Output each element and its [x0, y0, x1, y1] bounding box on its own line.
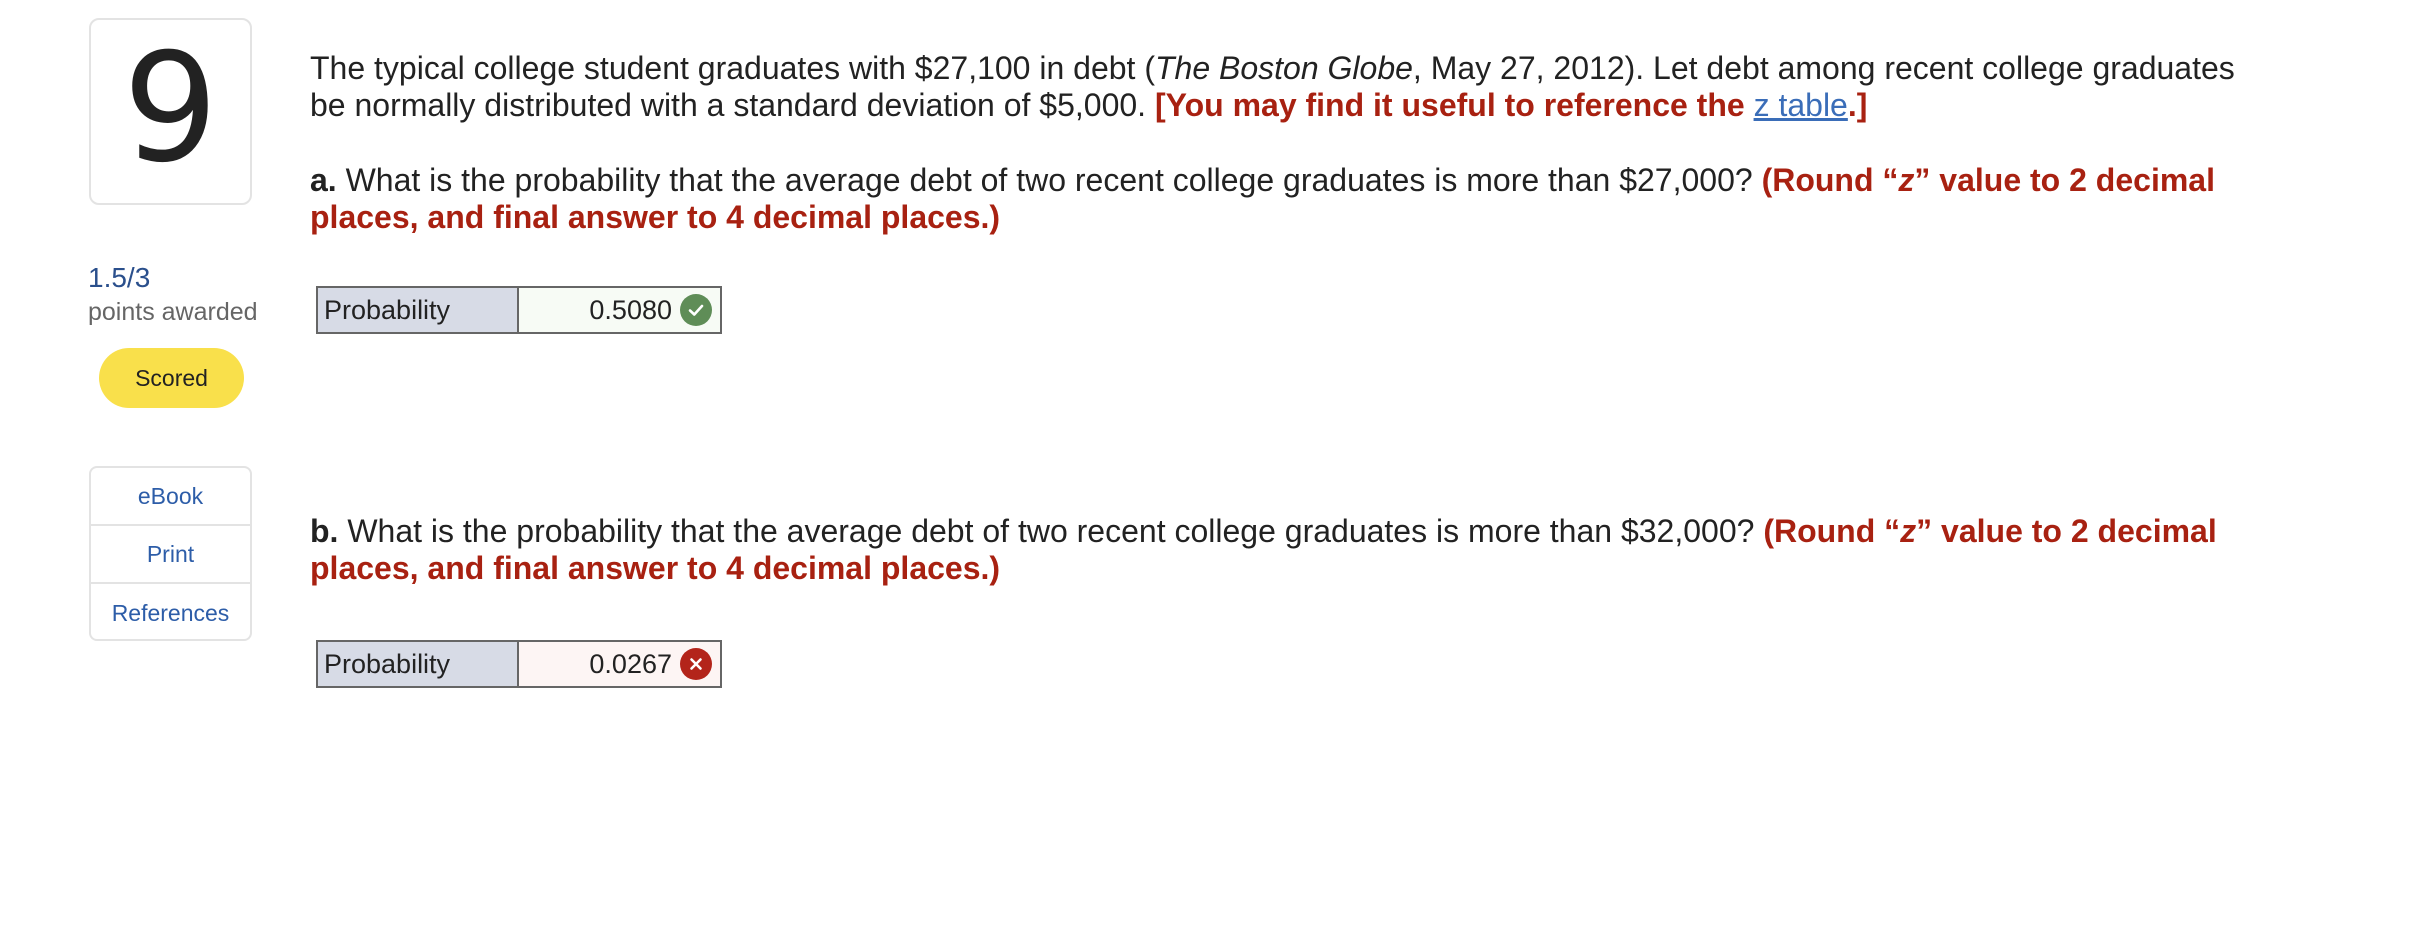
part-a-question: a. What is the probability that the aver… — [310, 162, 2270, 236]
part-b-text: What is the probability that the average… — [338, 513, 1764, 549]
hint-close: .] — [1847, 87, 1868, 123]
check-icon — [680, 294, 712, 326]
print-link[interactable]: Print — [91, 526, 250, 584]
source-title: The Boston Globe — [1154, 50, 1413, 86]
part-b-instruction-z: z — [1900, 513, 1917, 549]
status-badge: Scored — [99, 348, 244, 408]
part-b-answer-label: Probability — [318, 642, 519, 686]
part-a-instruction-1: (Round “ — [1761, 162, 1899, 198]
question-number-box: 9 — [89, 18, 252, 205]
cross-icon — [680, 648, 712, 680]
part-b-answer-value: 0.0267 — [589, 648, 672, 679]
score-label: points awarded — [88, 298, 258, 326]
part-a-answer-label: Probability — [318, 288, 519, 332]
z-table-link[interactable]: z table — [1754, 87, 1848, 123]
part-b-answer-field[interactable]: 0.0267 — [519, 642, 720, 686]
points-awarded: 1.5/3 points awarded — [88, 260, 258, 328]
part-b-letter: b. — [310, 513, 339, 549]
part-b-instruction-1: (Round “ — [1763, 513, 1901, 549]
ebook-link[interactable]: eBook — [91, 468, 250, 526]
intro-text-1: The typical college student graduates wi… — [310, 50, 1155, 86]
intro-paragraph: The typical college student graduates wi… — [310, 50, 2270, 124]
part-a-answer-value: 0.5080 — [589, 294, 672, 325]
question-number: 9 — [122, 21, 219, 196]
part-b-answer-table: Probability 0.0267 — [316, 640, 722, 688]
part-a-instruction-z: z — [1898, 162, 1915, 198]
score-value: 1.5/3 — [88, 262, 151, 293]
hint-open: [You may find it useful to reference the — [1154, 87, 1754, 123]
question-intro: The typical college student graduates wi… — [310, 50, 2270, 124]
resources-panel: eBook Print References — [89, 466, 252, 641]
part-a-letter: a. — [310, 162, 337, 198]
part-a-text: What is the probability that the average… — [336, 162, 1762, 198]
references-link[interactable]: References — [91, 584, 250, 642]
part-b-question: b. What is the probability that the aver… — [310, 513, 2270, 587]
part-a-answer-table: Probability 0.5080 — [316, 286, 722, 334]
part-a-answer-field[interactable]: 0.5080 — [519, 288, 720, 332]
